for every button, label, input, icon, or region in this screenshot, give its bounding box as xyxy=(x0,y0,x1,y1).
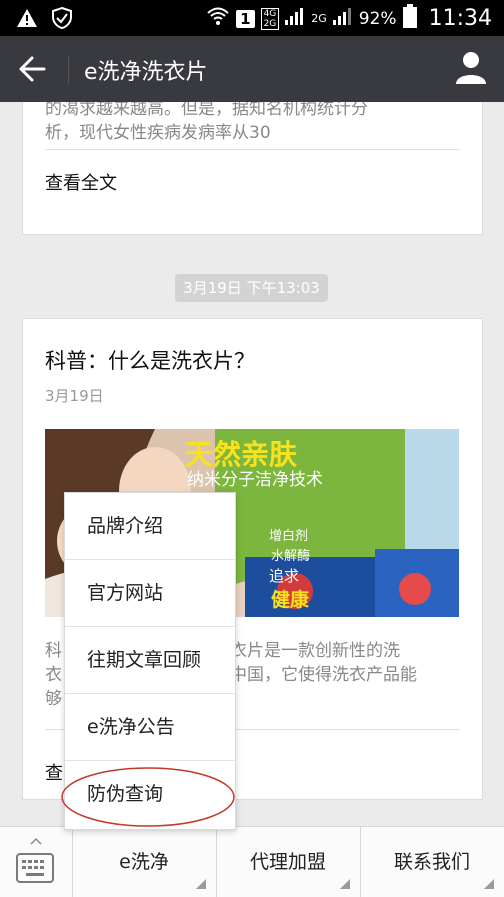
submenu-popup: 品牌介绍 官方网站 往期文章回顾 e洗净公告 防伪查询 xyxy=(64,492,236,830)
submenu-indicator-icon xyxy=(196,879,206,889)
wifi-icon xyxy=(206,6,230,31)
dual-network-indicator: 4G 2G xyxy=(260,7,280,30)
read-full-article-link[interactable]: 查看全文 xyxy=(45,169,117,195)
network-2g-label: 2G xyxy=(263,18,277,29)
cover-text-fragment: 增白剂 xyxy=(269,529,309,544)
submenu-item-brand-intro[interactable]: 品牌介绍 xyxy=(65,493,235,560)
battery-icon xyxy=(402,4,417,33)
menu-tab-contact[interactable]: 联系我们 xyxy=(360,827,504,897)
menu-tab-exijing[interactable]: e洗净 xyxy=(72,827,217,897)
profile-button[interactable] xyxy=(452,50,490,86)
cover-text-fragment: 水解酶 xyxy=(271,549,311,564)
menu-tab-agency[interactable]: 代理加盟 xyxy=(216,827,361,897)
submenu-indicator-icon xyxy=(340,879,350,889)
cover-subtitle: 纳米分子洁净技术 xyxy=(187,470,323,490)
signal-bars-icon xyxy=(285,7,305,30)
status-bar: 1 4G 2G 2G 92% 11:34 xyxy=(0,0,504,36)
person-icon xyxy=(456,52,486,84)
page-title: e洗净洗衣片 xyxy=(84,60,208,85)
summary-text: 够 xyxy=(45,689,62,709)
submenu-item-official-site[interactable]: 官方网站 xyxy=(65,560,235,627)
network-4g-label: 4G xyxy=(263,8,277,19)
excerpt-line: 析，现代女性疾病发病率从30 xyxy=(45,123,271,143)
menu-tab-label: e洗净 xyxy=(119,851,169,873)
article-excerpt: 的渴求越来越高。但是，据知名机构统计分 析，现代女性疾病发病率从30 xyxy=(45,102,455,145)
clock: 11:34 xyxy=(428,6,492,31)
menu-tab-label: 代理加盟 xyxy=(249,851,326,873)
read-full-article-link[interactable]: 查 xyxy=(45,759,63,785)
submenu-item-past-articles[interactable]: 往期文章回顾 xyxy=(65,627,235,694)
signal-bars-icon-b xyxy=(332,7,353,30)
summary-text: 科 xyxy=(45,641,62,661)
keyboard-icon xyxy=(16,853,54,883)
shield-check-icon xyxy=(50,6,74,34)
menu-tab-label: 联系我们 xyxy=(393,851,470,873)
summary-text: 洗衣片是一款创新性的洗 xyxy=(213,641,400,661)
chevron-up-icon xyxy=(30,837,42,845)
title-divider xyxy=(68,56,69,84)
keyboard-toggle-button[interactable] xyxy=(0,827,73,897)
sim-slot-badge: 1 xyxy=(236,9,255,28)
article-title[interactable]: 科普：什么是洗衣片？ xyxy=(45,345,255,375)
card-divider xyxy=(45,149,460,150)
cover-text-fragment: 健康 xyxy=(271,589,310,611)
network-2g-label-b: 2G xyxy=(311,12,327,25)
message-timestamp: 3月19日 下午13:03 xyxy=(175,274,328,302)
bottom-menu-bar: e洗净 代理加盟 联系我们 xyxy=(0,826,504,897)
submenu-item-announcement[interactable]: e洗净公告 xyxy=(65,694,235,761)
back-button[interactable] xyxy=(14,52,54,86)
submenu-indicator-icon xyxy=(484,879,494,889)
battery-percent: 92% xyxy=(358,8,397,29)
summary-text: 往中国，它使得洗衣产品能 xyxy=(213,665,417,685)
article-date: 3月19日 xyxy=(45,387,104,405)
alert-icon xyxy=(16,8,38,32)
article-card-previous[interactable]: 的渴求越来越高。但是，据知名机构统计分 析，现代女性疾病发病率从30 查看全文 xyxy=(22,102,483,235)
submenu-item-anti-counterfeit[interactable]: 防伪查询 xyxy=(65,761,235,828)
title-bar: e洗净洗衣片 xyxy=(0,36,504,102)
summary-text: 衣 xyxy=(45,665,62,685)
back-arrow-icon xyxy=(19,56,46,82)
excerpt-line: 的渴求越来越高。但是，据知名机构统计分 xyxy=(45,102,368,119)
cover-text-fragment: 追求 xyxy=(269,567,300,585)
